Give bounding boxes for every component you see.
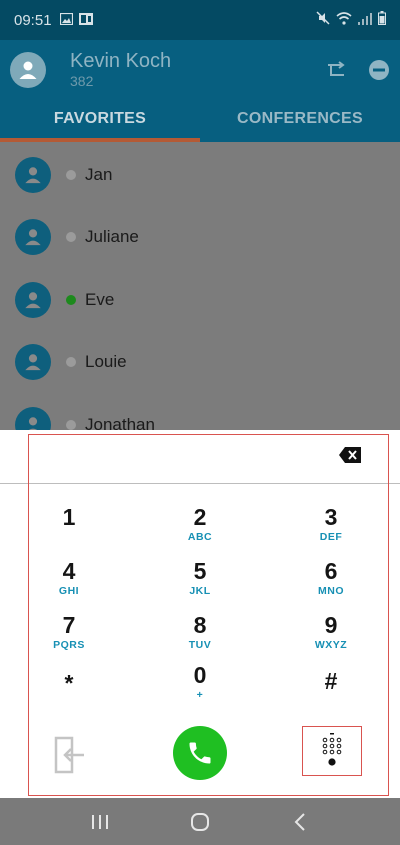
do-not-disturb-icon[interactable] xyxy=(368,59,390,81)
contact-name: Jan xyxy=(85,165,113,184)
outlook-icon xyxy=(78,12,93,29)
recents-icon[interactable] xyxy=(80,807,120,837)
person-icon xyxy=(25,167,41,184)
phone-icon xyxy=(189,742,211,764)
wifi-icon xyxy=(336,11,352,29)
user-name: Kevin Koch xyxy=(70,50,172,72)
key-hash[interactable]: # xyxy=(291,668,371,694)
presence-indicator xyxy=(66,295,76,305)
tab-conferences[interactable]: CONFERENCES xyxy=(200,100,400,142)
call-button[interactable] xyxy=(173,726,227,780)
key-2[interactable]: 2 ABC xyxy=(160,504,240,544)
list-item[interactable]: Eve xyxy=(0,269,400,331)
key-7[interactable]: 7 PQRS xyxy=(29,612,109,652)
person-icon xyxy=(25,354,41,371)
tab-bar: FAVORITES CONFERENCES xyxy=(0,100,400,142)
mute-icon xyxy=(316,11,330,29)
contact-avatar xyxy=(15,157,51,193)
user-avatar[interactable] xyxy=(10,52,46,88)
list-item[interactable]: Jan xyxy=(0,144,400,206)
contact-name: Louie xyxy=(85,352,127,371)
call-forward-icon[interactable] xyxy=(326,59,348,81)
tab-favorites[interactable]: FAVORITES xyxy=(0,100,200,142)
transfer-to-device-icon[interactable] xyxy=(52,735,88,775)
dialpad-actions xyxy=(0,726,400,786)
contact-avatar xyxy=(15,344,51,380)
key-5[interactable]: 5 JKL xyxy=(160,558,240,598)
list-item[interactable]: Louie xyxy=(0,331,400,393)
battery-icon xyxy=(378,11,386,29)
presence-indicator xyxy=(66,357,76,367)
app-header: Kevin Koch 382 xyxy=(0,40,400,100)
person-icon xyxy=(25,229,41,246)
user-extension: 382 xyxy=(70,73,94,89)
key-star[interactable]: * xyxy=(29,670,109,696)
keypad-toggle-button[interactable] xyxy=(302,726,362,776)
list-item[interactable]: Juliane xyxy=(0,206,400,268)
key-0[interactable]: 0 + xyxy=(160,662,240,702)
favorites-list: Jan Juliane Eve Louie Jonathan xyxy=(0,142,400,432)
system-nav-bar xyxy=(0,798,400,845)
user-info: Kevin Koch 382 xyxy=(70,50,171,90)
person-icon xyxy=(25,292,41,309)
contact-avatar xyxy=(15,282,51,318)
back-icon[interactable] xyxy=(280,807,320,837)
status-time: 09:51 xyxy=(14,11,52,29)
list-item[interactable]: Jonathan xyxy=(0,394,400,432)
contact-name: Juliane xyxy=(85,227,139,246)
presence-indicator xyxy=(66,420,76,430)
home-icon[interactable] xyxy=(180,807,220,837)
contact-avatar xyxy=(15,219,51,255)
contact-avatar xyxy=(15,407,51,432)
key-3[interactable]: 3 DEF xyxy=(291,504,371,544)
key-9[interactable]: 9 WXYZ xyxy=(291,612,371,652)
signal-icon xyxy=(358,12,372,29)
presence-indicator xyxy=(66,232,76,242)
dialpad-icon xyxy=(322,733,342,766)
key-6[interactable]: 6 MNO xyxy=(291,558,371,598)
gallery-icon xyxy=(59,12,73,29)
status-bar: 09:51 xyxy=(0,0,400,40)
key-4[interactable]: 4 GHI xyxy=(29,558,109,598)
person-icon xyxy=(19,61,37,79)
key-1[interactable]: 1 xyxy=(29,504,109,530)
dialpad-panel: 1 2 ABC 3 DEF 4 GHI 5 JKL 6 MNO 7 PQRS 8 xyxy=(0,430,400,800)
key-8[interactable]: 8 TUV xyxy=(160,612,240,652)
contact-name: Eve xyxy=(85,290,115,309)
presence-indicator xyxy=(66,170,76,180)
